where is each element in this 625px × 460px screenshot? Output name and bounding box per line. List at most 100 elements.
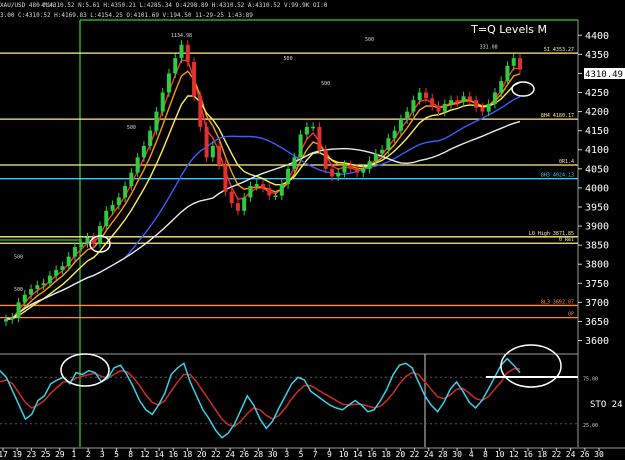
stochastic-panel: 25.00 75.00 (0, 357, 598, 439)
candle-body (47, 275, 52, 284)
last-price-label: 4310.49 (585, 70, 623, 80)
candle-body (72, 247, 77, 257)
candle-body (417, 92, 422, 101)
time-axis-label: 22 (211, 450, 221, 459)
price-axis-label: 4250 (585, 88, 609, 99)
time-axis-label: 14 (154, 450, 164, 459)
annotation-label: 500 (127, 125, 136, 131)
candle-body (329, 168, 334, 177)
time-axis-label: 28 (254, 450, 264, 459)
level-label: 8H3 4024.13 (541, 173, 574, 179)
candle-body (179, 44, 184, 59)
candle-body (129, 172, 134, 186)
candle-body (455, 100, 460, 103)
time-axis-label: 25 (41, 450, 51, 459)
candle-body (492, 92, 497, 104)
candle-body (141, 145, 146, 158)
candle-body (261, 184, 265, 188)
time-axis-label: 1 (72, 450, 77, 459)
candle-body (398, 119, 403, 131)
time-axis-label: 14 (353, 450, 363, 459)
candle-body (254, 184, 259, 186)
candle-body (98, 226, 103, 244)
price-axis-label: 3750 (585, 279, 609, 290)
candle-body (198, 96, 203, 127)
candle-body (123, 186, 128, 198)
price-axis-label: 3800 (585, 260, 609, 271)
level-label: L0 High 3871.85 (529, 231, 574, 237)
circle-marker (60, 353, 110, 387)
price-axis-label: 3700 (585, 298, 609, 309)
level-label: 8L3 3692.07 (541, 299, 574, 305)
circle-marker (511, 81, 535, 97)
stochastic-label: STO 24 (590, 400, 623, 410)
time-axis-label: 19 (12, 450, 22, 459)
annotation-label: 331.08 (480, 45, 498, 51)
annotations: 1134.98 331.08 500 500 500 500 500 500 (14, 33, 498, 293)
time-axis-label: 22 (410, 450, 420, 459)
annotation-label: 500 (365, 37, 374, 43)
time-axis-label: 23 (27, 450, 37, 459)
candle-body (110, 205, 115, 211)
time-axis-label: 18 (381, 450, 391, 459)
time-axis-label: 3 (100, 450, 105, 459)
time-axis-label: 24 (566, 450, 576, 459)
ma-yellow (5, 81, 521, 320)
candle-body (461, 96, 466, 103)
candle-body (474, 100, 479, 108)
annotation-label: 500 (284, 56, 293, 62)
time-axis-label: 3 (284, 450, 289, 459)
price-axis-label: 3600 (585, 336, 609, 347)
time-axis-label: 2 (86, 450, 91, 459)
time-axis-label: 18 (537, 450, 547, 459)
time-axis-label: 9 (327, 450, 332, 459)
candle-body (449, 100, 454, 104)
candle-body (116, 197, 121, 206)
candle-body (361, 168, 366, 173)
annotation-label: 1134.98 (171, 33, 192, 39)
candle-body (373, 153, 378, 162)
time-axis-label: 10 (339, 450, 349, 459)
candle-body (386, 138, 391, 150)
candle-body (54, 269, 59, 276)
price-axis-label: 4150 (585, 126, 609, 137)
time-axis-label: 17 (0, 450, 8, 459)
candle-body (286, 168, 291, 185)
price-axis-label: 3650 (585, 317, 609, 328)
time-axis-label: 20 (197, 450, 207, 459)
candle-body (304, 126, 309, 135)
level-label: 5I 4353.27 (544, 47, 574, 53)
candle-body (411, 100, 416, 112)
time-axis-label: 30 (452, 450, 462, 459)
time-axis-label: 26 (580, 450, 590, 459)
candle-body (430, 98, 435, 106)
time-axis: 17 19 23 25 29 1 2 3 5 8 12 14 16 18 20 22 24 26 28 30 3 5 7 9 1… (0, 448, 604, 459)
time-axis-label: 4 (469, 450, 474, 459)
time-axis-label: 16 (367, 450, 377, 459)
time-axis-label: 8 (128, 450, 133, 459)
circle-marker (500, 344, 562, 388)
candle-body (518, 58, 522, 70)
candle-body (273, 195, 278, 198)
price-chart[interactable]: 8H4 4180.17 8H3 4024.13 L0 High 3871.85 8L3… (0, 0, 625, 460)
time-axis-label: 16 (168, 450, 178, 459)
candle-body (217, 145, 222, 166)
time-axis-label: 16 (523, 450, 533, 459)
candle-body (29, 289, 34, 295)
time-axis-label: 20 (396, 450, 406, 459)
time-axis-label: 5 (114, 450, 119, 459)
time-axis-label: 5 (299, 450, 304, 459)
time-axis-label: 24 (225, 450, 235, 459)
candle-body (60, 266, 65, 270)
time-axis-label: 28 (438, 450, 448, 459)
candle-body (267, 187, 272, 196)
candle-body (204, 126, 209, 158)
time-axis-label: 24 (424, 450, 434, 459)
time-axis-label: 30 (268, 450, 278, 459)
price-axis-label: 3950 (585, 202, 609, 213)
time-axis-label: 12 (509, 450, 519, 459)
candle-body (499, 81, 504, 93)
candle-body (235, 203, 240, 211)
stochastic-tick-label: 75.00 (583, 376, 598, 382)
candle-body (185, 44, 190, 62)
